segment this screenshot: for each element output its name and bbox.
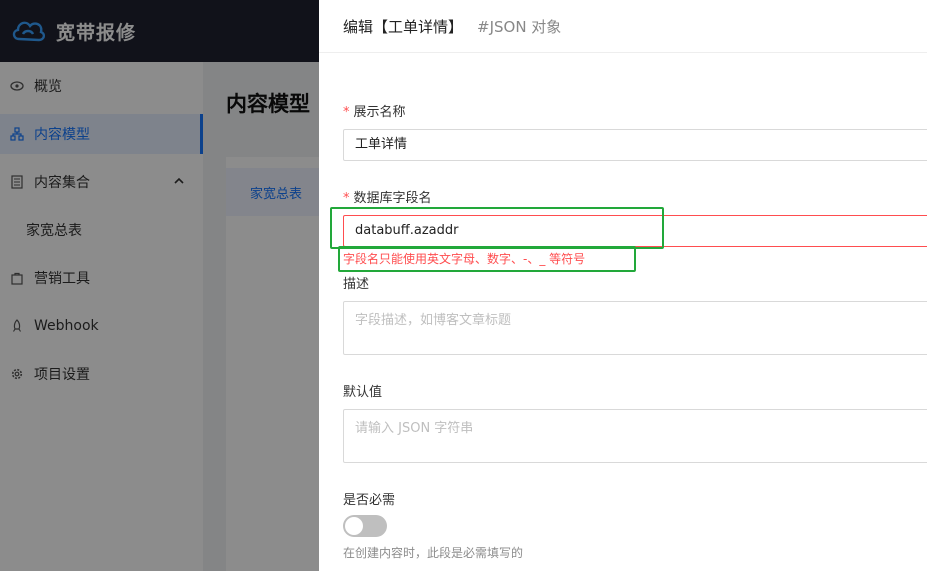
required-asterisk: * — [343, 191, 350, 206]
display-name-input[interactable]: 工单详情 — [343, 129, 927, 161]
required-switch[interactable] — [343, 515, 387, 537]
annotation-highlight-input — [330, 207, 664, 249]
default-value-label: 默认值 — [343, 385, 383, 400]
drawer-title: 编辑【工单详情】 — [343, 18, 464, 36]
modal-mask[interactable] — [0, 0, 319, 571]
db-field-label: * 数据库字段名 — [343, 187, 432, 206]
label-text: 展示名称 — [353, 105, 406, 120]
required-toggle-label: 是否必需 — [343, 493, 396, 508]
display-name-label: * 展示名称 — [343, 101, 406, 120]
drawer-header: 编辑【工单详情】 #JSON 对象 — [319, 0, 927, 53]
drawer-subtitle: #JSON 对象 — [477, 18, 562, 36]
description-label: 描述 — [343, 277, 370, 292]
switch-knob — [345, 517, 363, 535]
required-asterisk: * — [343, 105, 350, 120]
edit-field-drawer: 编辑【工单详情】 #JSON 对象 * 展示名称 工单详情 * 数据库字段名 dat… — [319, 0, 927, 571]
label-text: 数据库字段名 — [353, 191, 432, 206]
description-textarea[interactable] — [343, 301, 927, 355]
required-hint: 在创建内容时，此段是必需填写的 — [343, 546, 524, 560]
annotation-highlight-error — [338, 246, 636, 272]
default-value-textarea[interactable] — [343, 409, 927, 463]
